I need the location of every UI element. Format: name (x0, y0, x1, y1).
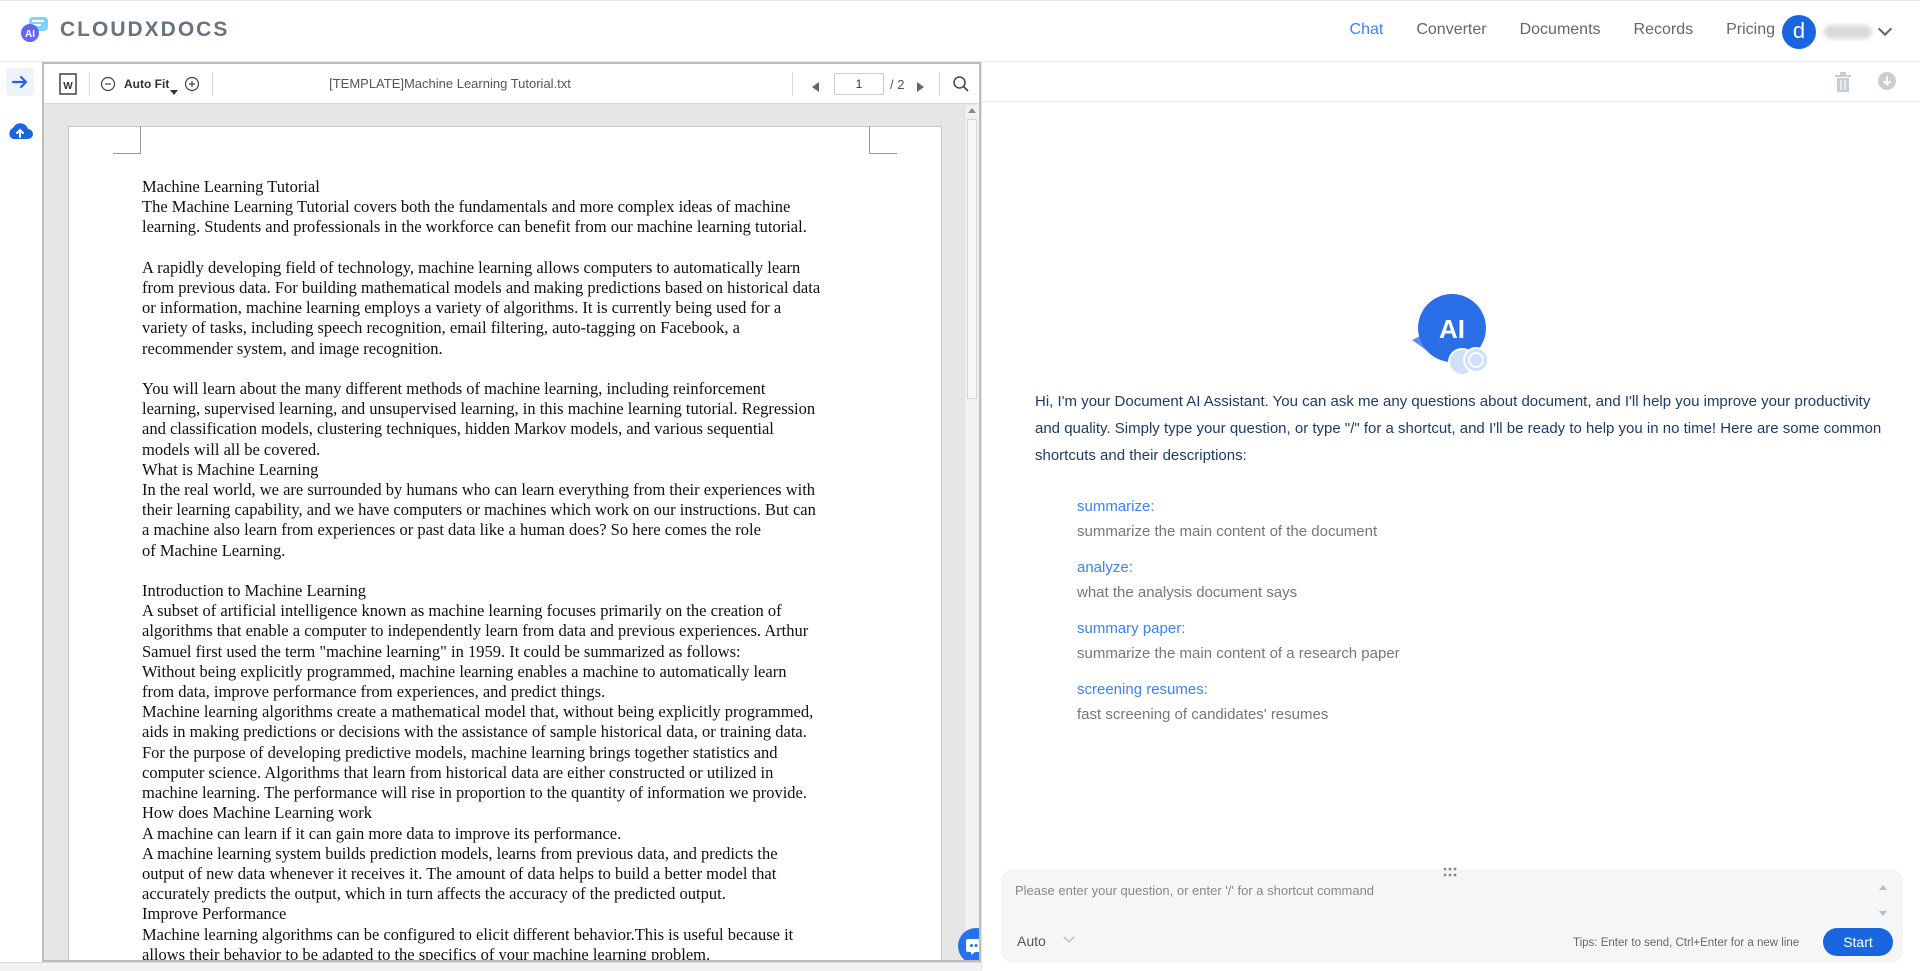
chat-panel: AI Hi, I'm your Document AI Assistant. Y… (981, 62, 1920, 971)
nav-documents[interactable]: Documents (1520, 21, 1601, 39)
document-viewer: W Auto Fit [TEMPLATE]Machine Learning Tu… (42, 62, 981, 962)
shortcut-desc: fast screening of candidates' resumes (1077, 706, 1329, 723)
zoom-in-icon[interactable] (184, 76, 200, 97)
svg-text:AI: AI (25, 29, 35, 40)
caret-down-icon[interactable] (1879, 911, 1887, 916)
shortcut-name[interactable]: analyze: (1077, 555, 1677, 580)
scroll-up-icon[interactable] (968, 108, 976, 113)
chat-input-box[interactable]: Please enter your question, or enter '/'… (1002, 867, 1902, 962)
shortcut-name[interactable]: summarize: (1077, 494, 1677, 519)
shortcut-desc: what the analysis document says (1077, 584, 1298, 601)
top-navbar: AI CLOUDXDOCS Chat Converter Documents R… (0, 0, 1920, 62)
chat-input[interactable]: Please enter your question, or enter '/'… (1015, 883, 1374, 898)
chat-bubble-icon[interactable] (958, 928, 979, 960)
start-button[interactable]: Start (1823, 928, 1893, 956)
avatar[interactable]: d (1782, 15, 1816, 49)
word-file-icon[interactable]: W (58, 73, 78, 100)
bottom-strip (0, 962, 981, 971)
shortcut-name[interactable]: screening resumes: (1077, 677, 1677, 702)
page-number-input[interactable]: 1 (834, 73, 884, 95)
drag-handle-icon[interactable] (1442, 865, 1458, 877)
shortcut-item[interactable]: screening resumes: fast screening of can… (1077, 677, 1677, 727)
mode-select[interactable]: Auto (1017, 933, 1046, 949)
zoom-select[interactable]: Auto Fit (124, 77, 169, 91)
chevron-down-icon[interactable] (1063, 931, 1075, 943)
nav-pricing[interactable]: Pricing (1726, 21, 1775, 39)
user-menu[interactable]: d (1782, 15, 1893, 49)
prev-page-icon[interactable] (812, 79, 820, 97)
shortcut-item[interactable]: summary paper: summarize the main conten… (1077, 616, 1677, 666)
nav-converter[interactable]: Converter (1416, 21, 1486, 39)
nav-chat[interactable]: Chat (1350, 21, 1384, 39)
shortcut-desc: summarize the main content of the docume… (1077, 523, 1378, 540)
arrow-right-icon[interactable] (6, 68, 34, 96)
username-blurred (1824, 25, 1872, 39)
chat-header (982, 62, 1920, 102)
ai-chat-logo-icon: AI (20, 15, 50, 45)
shortcut-item[interactable]: summarize: summarize the main content of… (1077, 494, 1677, 544)
chevron-down-icon[interactable] (1877, 21, 1893, 37)
search-icon[interactable] (952, 75, 970, 98)
caret-up-icon[interactable] (1879, 885, 1887, 890)
svg-text:AI: AI (1439, 314, 1465, 344)
main-nav: Chat Converter Documents Records Pricing (1317, 21, 1775, 39)
shortcut-item[interactable]: analyze: what the analysis document says (1077, 555, 1677, 605)
left-rail (0, 62, 40, 971)
assistant-intro: Hi, I'm your Document AI Assistant. You … (1035, 393, 1882, 464)
input-tips: Tips: Enter to send, Ctrl+Enter for a ne… (1573, 937, 1800, 949)
crop-mark (869, 126, 897, 154)
trash-icon[interactable] (1834, 71, 1852, 98)
document-scrollbar[interactable] (964, 105, 979, 960)
document-canvas[interactable]: Machine Learning Tutorial The Machine Le… (44, 105, 979, 960)
document-text: Machine Learning Tutorial The Machine Le… (142, 177, 821, 960)
document-title: [TEMPLATE]Machine Learning Tutorial.txt (329, 76, 571, 91)
page-total: / 2 (890, 77, 905, 92)
next-page-icon[interactable] (916, 79, 924, 97)
svg-text:W: W (63, 81, 73, 92)
download-icon[interactable] (1877, 71, 1897, 96)
caret-down-icon[interactable] (170, 82, 178, 100)
nav-records[interactable]: Records (1634, 21, 1694, 39)
ai-assistant-logo-icon: AI (1406, 288, 1498, 380)
cloud-upload-icon[interactable] (6, 118, 34, 146)
scroll-thumb[interactable] (967, 119, 977, 399)
brand-name: CLOUDXDOCS (60, 18, 230, 41)
viewer-toolbar: W Auto Fit [TEMPLATE]Machine Learning Tu… (44, 64, 979, 104)
crop-mark (113, 126, 141, 154)
document-page: Machine Learning Tutorial The Machine Le… (68, 126, 942, 960)
zoom-out-icon[interactable] (100, 76, 116, 97)
brand-logo[interactable]: AI CLOUDXDOCS (20, 15, 229, 45)
shortcut-list: summarize: summarize the main content of… (1077, 494, 1677, 738)
shortcut-desc: summarize the main content of a research… (1077, 645, 1400, 662)
shortcut-name[interactable]: summary paper: (1077, 616, 1677, 641)
